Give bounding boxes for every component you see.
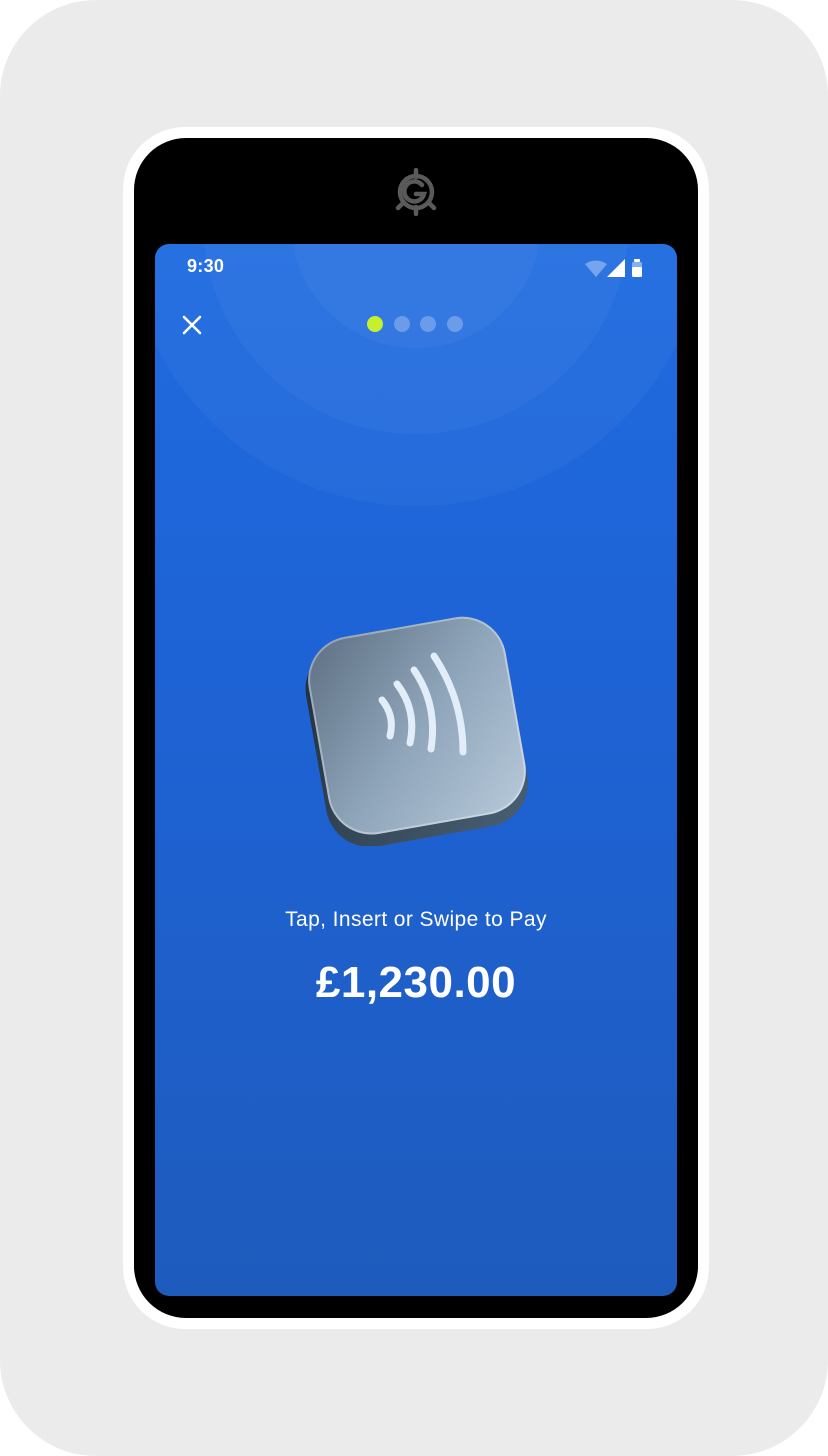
card-reader-illustration bbox=[305, 616, 528, 846]
signal-icon bbox=[607, 259, 625, 277]
payment-amount: £1,230.00 bbox=[315, 958, 517, 1007]
step-indicator bbox=[367, 316, 463, 332]
brand-logo-icon bbox=[395, 168, 437, 216]
close-icon[interactable] bbox=[177, 310, 207, 340]
battery-icon bbox=[632, 259, 642, 277]
terminal-screen: 9:30 Tap, Insert or Swipe to Pay £1,230.… bbox=[155, 244, 677, 1296]
pager-dot bbox=[367, 316, 383, 332]
pager-dot bbox=[446, 316, 463, 332]
pager-dot bbox=[393, 316, 410, 332]
pager-dot bbox=[420, 316, 436, 332]
status-icons bbox=[585, 259, 642, 277]
wifi-icon bbox=[585, 260, 607, 277]
payment-prompt: Tap, Insert or Swipe to Pay bbox=[285, 908, 547, 931]
status-time: 9:30 bbox=[187, 256, 225, 276]
